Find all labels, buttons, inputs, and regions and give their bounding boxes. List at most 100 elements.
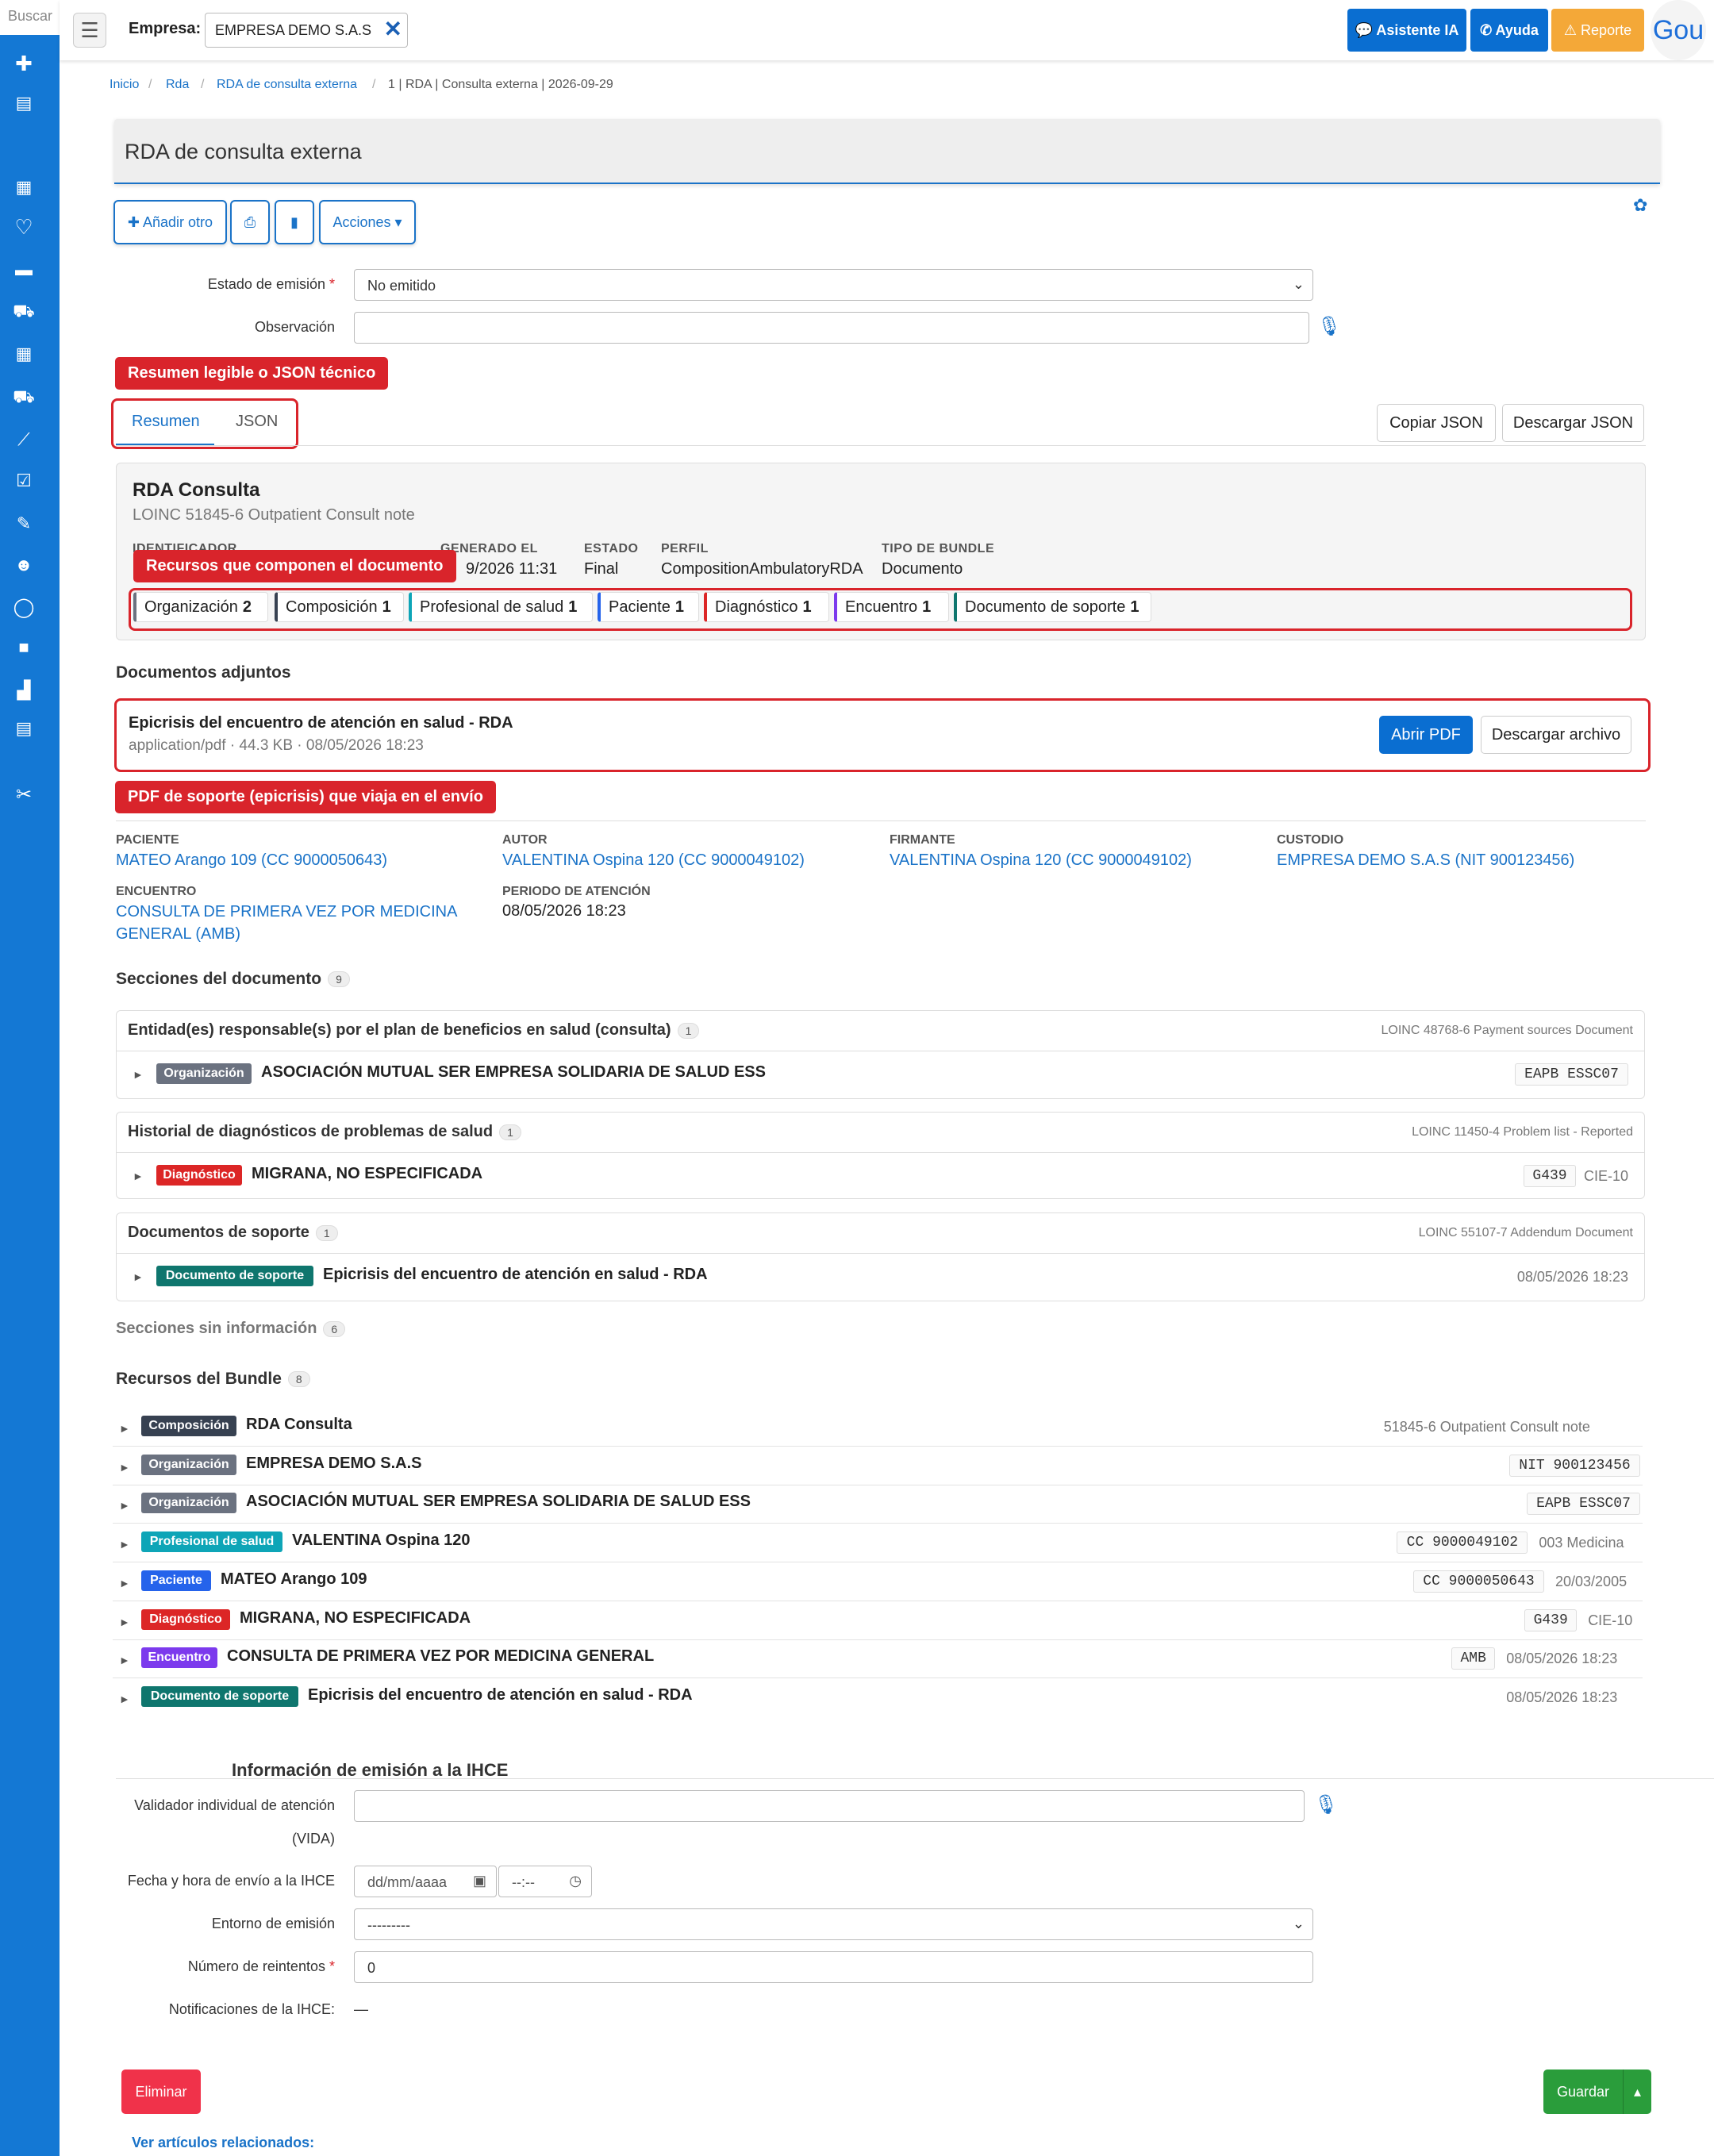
blog-icon[interactable]: ■ xyxy=(13,636,35,659)
chip-count: 1 xyxy=(674,598,684,616)
field-generado-value: 9/2026 11:31 xyxy=(466,560,558,578)
observacion-input[interactable] xyxy=(354,312,1309,344)
expand-arrow-icon[interactable]: ► xyxy=(119,1654,130,1666)
ayuda-button[interactable]: ✆ Ayuda xyxy=(1470,9,1548,52)
expand-arrow-icon[interactable]: ► xyxy=(133,1170,144,1182)
calendar-icon[interactable]: ▦ xyxy=(13,176,35,198)
asistente-ia-button[interactable]: 💬 Asistente IA xyxy=(1347,9,1466,52)
chip-count: 1 xyxy=(382,598,391,616)
validador-input[interactable] xyxy=(354,1790,1305,1822)
user-avatar[interactable]: Gou xyxy=(1651,0,1706,60)
emission-divider xyxy=(116,1778,1714,1779)
estado-select[interactable]: No emitido ⌄ xyxy=(354,269,1313,301)
date-input[interactable]: dd/mm/aaaa ▣ xyxy=(354,1866,497,1897)
truck-icon[interactable]: ⛟ xyxy=(13,386,35,408)
breadcrumb-current: 1 | RDA | Consulta externa | 2026-09-29 xyxy=(388,78,613,91)
expand-arrow-icon[interactable]: ► xyxy=(133,1068,144,1081)
reintentos-input[interactable]: 0 xyxy=(354,1951,1313,1983)
reporte-label: Reporte xyxy=(1581,22,1632,38)
save-options-button[interactable]: ▴ xyxy=(1623,2070,1651,2114)
bundle-count: 8 xyxy=(287,1371,310,1388)
field-perfil-label: PERFIL xyxy=(661,542,709,555)
microphone-icon[interactable]: 🎙 xyxy=(1314,1793,1338,1816)
calendar2-icon[interactable]: ▦ xyxy=(13,343,35,365)
sections-count: 9 xyxy=(328,971,350,988)
expand-arrow-icon[interactable]: ► xyxy=(119,1616,130,1628)
rips-icon[interactable]: ▤ xyxy=(13,92,35,114)
menu-toggle-button[interactable]: ☰ xyxy=(73,13,106,48)
summary-title: RDA Consulta xyxy=(133,479,260,501)
save-button[interactable]: Guardar xyxy=(1543,2070,1623,2114)
breadcrumb-rda-consulta[interactable]: RDA de consulta externa xyxy=(217,78,357,92)
delete-button[interactable]: Eliminar xyxy=(121,2070,201,2114)
download-file-button[interactable]: Descargar archivo xyxy=(1481,716,1631,754)
meta-paciente-link[interactable]: MATEO Arango 109 (CC 9000050643) xyxy=(116,849,387,871)
expand-arrow-icon[interactable]: ► xyxy=(119,1461,130,1474)
users-icon[interactable]: ☻ xyxy=(13,554,35,576)
section-row-divider xyxy=(117,1253,1644,1261)
open-pdf-button[interactable]: Abrir PDF xyxy=(1379,716,1473,754)
tab-json[interactable]: JSON xyxy=(236,413,278,431)
wrench-icon[interactable]: ✎ xyxy=(13,513,35,535)
tab-resumen[interactable]: Resumen xyxy=(132,413,200,431)
time-input[interactable]: --:-- ◷ xyxy=(498,1866,592,1897)
code-badge: EAPB ESSC07 xyxy=(1515,1063,1628,1086)
resource-chip: Organización 2 xyxy=(133,592,268,622)
entorno-select[interactable]: --------- ⌄ xyxy=(354,1908,1313,1940)
code-badge: AMB xyxy=(1451,1647,1496,1670)
microphone-icon[interactable]: 🎙 xyxy=(1317,315,1341,338)
section-loinc: LOINC 48768-6 Payment sources Document xyxy=(1381,1024,1633,1037)
industry-icon[interactable]: ▟ xyxy=(13,679,35,701)
meta-firmante-link[interactable]: VALENTINA Ospina 120 (CC 9000049102) xyxy=(890,849,1192,871)
clock-icon: ◷ xyxy=(569,1873,582,1889)
book-button[interactable]: ▮ xyxy=(275,200,314,244)
meta-encuentro-link[interactable]: CONSULTA DE PRIMERA VEZ POR MEDICINA GEN… xyxy=(116,901,465,945)
notificaciones-label: Notificaciones de la IHCE: xyxy=(168,2001,335,2017)
meta-firmante-label: FIRMANTE xyxy=(890,833,955,847)
resource-tag: Documento de soporte xyxy=(156,1266,313,1286)
expand-arrow-icon[interactable]: ► xyxy=(119,1538,130,1551)
expand-arrow-icon[interactable]: ► xyxy=(119,1499,130,1512)
cart-icon[interactable]: ⛟ xyxy=(13,300,35,322)
fecha-label: Fecha y hora de envío a la IHCE xyxy=(127,1873,335,1889)
sidebar-search[interactable]: Buscar xyxy=(0,0,60,35)
checklist-icon[interactable]: ☑ xyxy=(13,470,35,492)
tools-icon[interactable]: ✂ xyxy=(13,784,35,806)
download-json-button[interactable]: Descargar JSON xyxy=(1502,404,1644,442)
related-articles-link[interactable]: Ver artículos relacionados: xyxy=(132,2135,314,2151)
empty-sections[interactable]: Secciones sin información 6 xyxy=(116,1320,346,1338)
copy-json-button[interactable]: Copiar JSON xyxy=(1377,404,1496,442)
expand-arrow-icon[interactable]: ► xyxy=(133,1270,144,1283)
resource-tag: Organización xyxy=(141,1455,236,1475)
reporte-button[interactable]: ⚠ Reporte xyxy=(1551,9,1644,52)
section-entry-text: MIGRANA, NO ESPECIFICADA xyxy=(252,1165,483,1182)
clear-icon[interactable]: ✕ xyxy=(384,18,402,40)
bundle-row-text: ASOCIACIÓN MUTUAL SER EMPRESA SOLIDARIA … xyxy=(246,1493,751,1510)
print-button[interactable]: ⎙ xyxy=(230,200,270,244)
heart-icon[interactable]: ♡ xyxy=(13,216,35,238)
breadcrumb-inicio[interactable]: Inicio xyxy=(110,78,139,92)
acciones-dropdown[interactable]: Acciones ▾ xyxy=(319,200,416,244)
empresa-select[interactable]: EMPRESA DEMO S.A.S ✕ xyxy=(205,13,408,48)
chart-icon[interactable]: ⟋ xyxy=(13,429,35,451)
expand-arrow-icon[interactable]: ► xyxy=(119,1422,130,1435)
expand-arrow-icon[interactable]: ► xyxy=(119,1577,130,1589)
add-another-button[interactable]: ✚ Añadir otro xyxy=(113,200,227,244)
meta-autor-link[interactable]: VALENTINA Ospina 120 (CC 9000049102) xyxy=(502,849,805,871)
film-icon[interactable]: ▤ xyxy=(13,717,35,740)
circle-icon[interactable]: ◯ xyxy=(13,597,35,619)
reintentos-value: 0 xyxy=(367,1960,376,1976)
add-icon[interactable]: ✚ xyxy=(13,52,35,75)
expand-arrow-icon[interactable]: ► xyxy=(119,1693,130,1705)
attachment-title: Epicrisis del encuentro de atención en s… xyxy=(129,714,513,732)
sections-heading: Secciones del documento 9 xyxy=(116,970,350,989)
breadcrumb-rda[interactable]: Rda xyxy=(166,78,189,92)
row-divider xyxy=(113,1446,1643,1447)
meta-custodio-link[interactable]: EMPRESA DEMO S.A.S (NIT 900123456) xyxy=(1277,849,1574,871)
code-badge: CC 9000049102 xyxy=(1397,1531,1528,1554)
breadcrumb-sep: / xyxy=(372,78,376,91)
breadcrumb-sep: / xyxy=(148,78,152,91)
card-icon[interactable]: ▬ xyxy=(13,259,35,281)
gear-icon[interactable]: ✿ xyxy=(1633,195,1647,216)
chip-label: Diagnóstico xyxy=(715,598,798,616)
